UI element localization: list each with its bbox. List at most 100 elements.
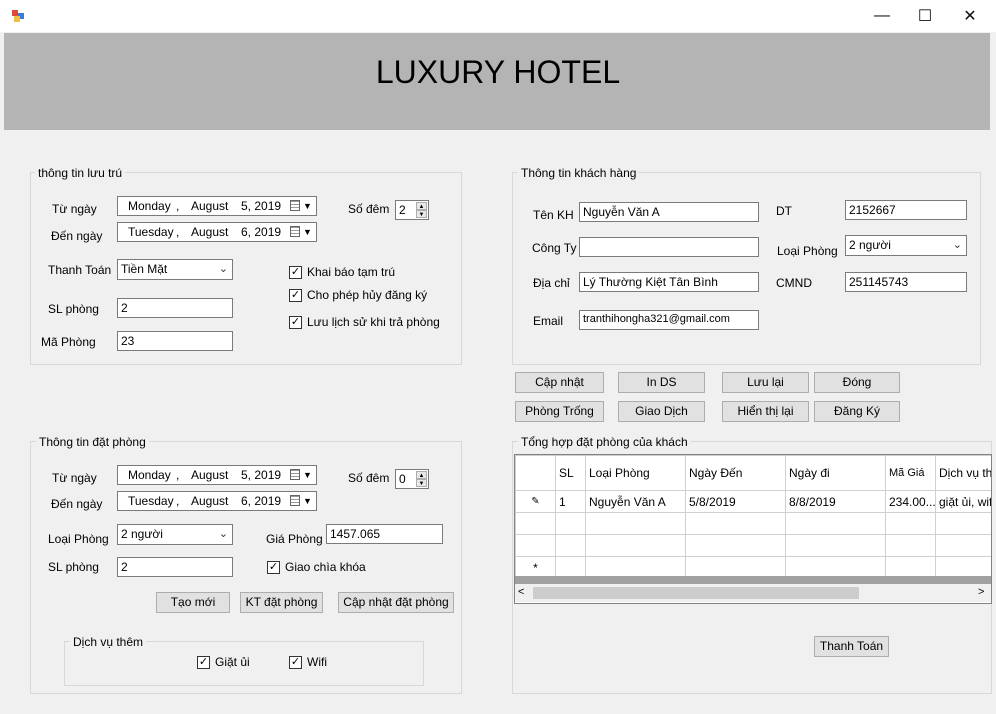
checkbox-box[interactable]: ✓ [289, 315, 302, 329]
booking-from-date-picker[interactable]: Monday , August 5, 2019 ▼ [117, 465, 317, 485]
horizontal-scrollbar[interactable]: < > [515, 584, 991, 602]
date-weekday: Monday [128, 199, 171, 213]
booking-grid[interactable]: SL Loại Phòng Ngày Đến Ngày đi Mã Giá Dị… [514, 454, 992, 604]
table-row[interactable] [515, 534, 991, 557]
booking-nights-label: Số đêm [348, 471, 390, 485]
transaction-button[interactable]: Giao Dịch [618, 401, 705, 422]
date-weekday: Monday [128, 468, 171, 482]
booking-rooms-label: SL phòng [48, 560, 99, 574]
title-bar [0, 0, 996, 32]
room-price-input[interactable]: 1457.065 [326, 524, 443, 544]
spin-down-icon[interactable]: ▼ [416, 210, 427, 218]
payment-label: Thanh Toán [48, 263, 112, 277]
check-booking-button[interactable]: KT đặt phòng [240, 592, 323, 613]
checkbox-wifi[interactable]: ✓ Wifi [289, 655, 327, 669]
maximize-button[interactable]: ☐ [902, 0, 948, 32]
column-header[interactable]: Dịch vụ th [935, 455, 991, 491]
dropdown-arrow-icon: ▼ [303, 496, 312, 506]
dropdown-arrow-icon: ▼ [303, 470, 312, 480]
minimize-button[interactable]: — [859, 0, 905, 32]
date-month: August [191, 199, 229, 213]
stay-from-label: Từ ngày [52, 202, 97, 216]
checkbox-label: Cho phép hủy đăng ký [307, 288, 428, 302]
column-header[interactable]: Loại Phòng [585, 455, 686, 491]
close-button[interactable]: ✕ [947, 0, 993, 32]
booking-to-date-picker[interactable]: Tuesday , August 6, 2019 ▼ [117, 491, 317, 511]
customer-info-legend: Thông tin khách hàng [518, 166, 640, 180]
spin-down-icon[interactable]: ▼ [416, 479, 427, 487]
stay-to-date-picker[interactable]: Tuesday , August 6, 2019 ▼ [117, 222, 317, 242]
customer-name-input[interactable]: Nguyễn Văn A [579, 202, 759, 222]
checkbox-box[interactable]: ✓ [289, 655, 302, 669]
id-number-label: CMND [776, 276, 812, 290]
date-sep: , [176, 494, 180, 508]
update-booking-button[interactable]: Cập nhật đặt phòng [338, 592, 454, 613]
booking-room-type-select[interactable]: 2 người ⌄ [117, 524, 233, 545]
column-header[interactable]: Ngày Đến [685, 455, 786, 491]
spin-up-icon[interactable]: ▲ [416, 202, 427, 210]
spin-up-icon[interactable]: ▲ [416, 471, 427, 479]
scrollbar-thumb[interactable] [533, 587, 859, 599]
booking-to-label: Đến ngày [51, 497, 103, 511]
stay-rooms-input[interactable]: 2 [117, 298, 233, 318]
date-sep: , [176, 468, 180, 482]
new-booking-button[interactable]: Tạo mới [156, 592, 230, 613]
table-cell[interactable]: 1 [555, 490, 586, 513]
payment-select[interactable]: Tiền Mặt ⌄ [117, 259, 233, 280]
booking-nights-stepper[interactable]: 0 ▲ ▼ [395, 469, 429, 489]
table-cell[interactable]: giặt ủi, wifi [935, 490, 991, 513]
id-number-input[interactable]: 251145743 [845, 272, 967, 292]
grid-background [515, 576, 991, 584]
stay-nights-stepper[interactable]: 2 ▲ ▼ [395, 200, 429, 220]
checkbox-box[interactable]: ✓ [267, 560, 280, 574]
table-row[interactable]: ✎ 1 Nguyễn Văn A 5/8/2019 8/8/2019 234.0… [515, 490, 991, 513]
checkbox-save-history[interactable]: ✓ Lưu lịch sử khi trả phòng [289, 315, 440, 329]
empty-rooms-button[interactable]: Phòng Trống [515, 401, 604, 422]
date-day-year: 6, 2019 [241, 494, 282, 508]
checkbox-laundry[interactable]: ✓ Giặt ủi [197, 655, 250, 669]
scroll-left-icon[interactable]: < [518, 586, 524, 598]
update-button[interactable]: Cập nhật [515, 372, 604, 393]
stay-nights-value: 2 [399, 203, 406, 217]
checkbox-key-handover[interactable]: ✓ Giao chìa khóa [267, 560, 366, 574]
checkbox-box[interactable]: ✓ [197, 655, 210, 669]
table-cell[interactable]: Nguyễn Văn A [585, 490, 686, 513]
column-header[interactable]: Ngày đi [785, 455, 886, 491]
chevron-down-icon: ⌄ [218, 263, 228, 275]
refresh-button[interactable]: Hiển thị lại [722, 401, 809, 422]
room-code-input[interactable]: 23 [117, 331, 233, 351]
column-header[interactable]: SL [555, 455, 586, 491]
chevron-down-icon: ⌄ [218, 528, 228, 540]
pay-button[interactable]: Thanh Toán [814, 636, 889, 657]
customer-room-type-select[interactable]: 2 người ⌄ [845, 235, 967, 256]
booking-rooms-input[interactable]: 2 [117, 557, 233, 577]
checkbox-box[interactable]: ✓ [289, 265, 302, 279]
date-month: August [191, 225, 229, 239]
chevron-down-icon: ⌄ [952, 239, 962, 251]
checkbox-allow-cancel[interactable]: ✓ Cho phép hủy đăng ký [289, 288, 427, 302]
banner-title: LUXURY HOTEL [375, 54, 621, 90]
table-cell[interactable]: 234.00... [885, 490, 936, 513]
company-input[interactable] [579, 237, 759, 257]
checkbox-temp-residence[interactable]: ✓ Khai báo tạm trú [289, 265, 395, 279]
date-weekday: Tuesday [128, 494, 174, 508]
table-row[interactable] [515, 512, 991, 535]
scroll-right-icon[interactable]: > [978, 586, 984, 598]
close-form-button[interactable]: Đóng [814, 372, 900, 393]
booking-info-legend: Thông tin đặt phòng [36, 435, 149, 449]
checkbox-box[interactable]: ✓ [289, 288, 302, 302]
column-header[interactable]: Mã Giá [885, 455, 936, 491]
email-field[interactable]: tranthihongha321@gmail.com [579, 310, 759, 330]
app-icon [11, 9, 25, 23]
stay-from-date-picker[interactable]: Monday , August 5, 2019 ▼ [117, 196, 317, 216]
table-cell[interactable]: 5/8/2019 [685, 490, 786, 513]
save-button[interactable]: Lưu lại [722, 372, 809, 393]
table-cell[interactable]: 8/8/2019 [785, 490, 886, 513]
register-button[interactable]: Đăng Ký [814, 401, 900, 422]
customer-room-type-value: 2 người [849, 238, 891, 252]
customer-room-type-label: Loại Phòng [777, 244, 838, 258]
room-code-label: Mã Phòng [41, 335, 96, 349]
phone-input[interactable]: 2152667 [845, 200, 967, 220]
print-list-button[interactable]: In DS [618, 372, 705, 393]
address-input[interactable]: Lý Thường Kiệt Tân Bình [579, 272, 759, 292]
